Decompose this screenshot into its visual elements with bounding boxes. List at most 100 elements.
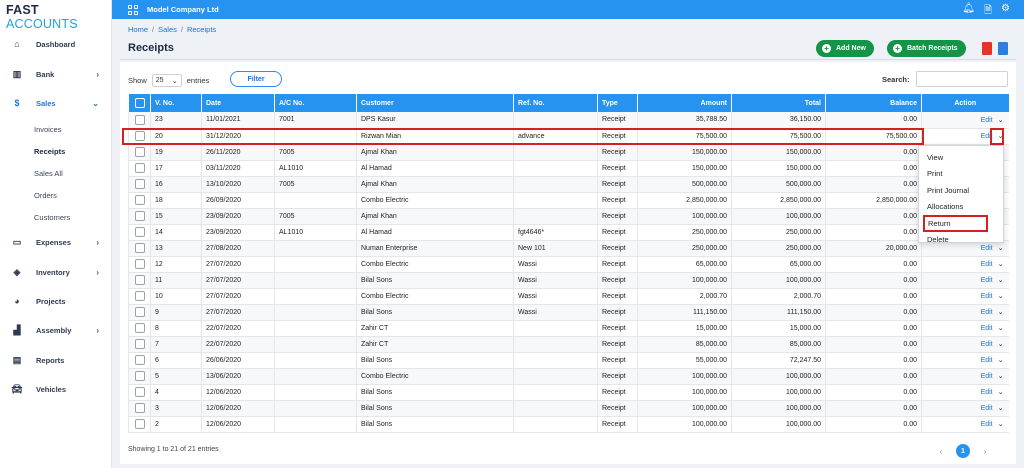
sidebar-item-assembly[interactable]: ▟ Assembly › — [0, 321, 112, 339]
table-row[interactable]: 15 23/09/2020 7005 Ajmal Khan Receipt 100,000… — [128, 208, 1009, 225]
table-row[interactable]: 3 12/06/2020 Bilal Sons Receipt 100,000.00 10… — [128, 400, 1009, 417]
menu-item-allocations[interactable]: Allocations — [919, 199, 1003, 216]
table-row[interactable]: 5 13/06/2020 Combo Electric Receipt 100,000.… — [128, 368, 1009, 385]
row-checkbox[interactable] — [134, 211, 145, 221]
sidebar-item-vehicles[interactable]: 🚘︎ Vehicles — [0, 380, 112, 398]
col-header[interactable]: V. No. — [150, 94, 202, 112]
excel-export-icon[interactable] — [998, 42, 1008, 55]
table-row[interactable]: 14 23/09/2020 AL1010 Al Hamad fgt4646* Receip… — [128, 224, 1009, 241]
sidebar-subitem-invoices[interactable]: Invoices — [34, 125, 62, 134]
edit-link[interactable]: Edit — [981, 133, 993, 140]
chevron-down-icon[interactable]: ⌄ — [998, 260, 1004, 268]
row-checkbox[interactable] — [134, 114, 145, 125]
row-checkbox[interactable] — [134, 163, 145, 173]
breadcrumb-home[interactable]: Home — [128, 25, 148, 34]
search-input[interactable] — [916, 71, 1008, 87]
apps-grid-icon[interactable] — [128, 4, 138, 15]
chevron-down-icon[interactable]: ⌄ — [998, 116, 1004, 124]
row-checkbox[interactable] — [134, 419, 145, 429]
breadcrumb-sales[interactable]: Sales — [158, 25, 177, 34]
sidebar-item-sales[interactable]: $ Sales ⌄ — [0, 94, 112, 112]
table-row[interactable]: 16 13/10/2020 7005 Ajmal Khan Receipt 500,000… — [128, 176, 1009, 193]
row-checkbox[interactable] — [134, 291, 145, 301]
menu-item-print-journal[interactable]: Print Journal — [919, 182, 1003, 199]
edit-link[interactable]: Edit — [981, 373, 993, 380]
table-row[interactable]: 4 12/06/2020 Bilal Sons Receipt 100,000.00 10… — [128, 384, 1009, 401]
row-checkbox[interactable] — [134, 307, 145, 317]
row-checkbox[interactable] — [134, 147, 145, 157]
table-row[interactable]: 19 26/11/2020 7005 Ajmal Khan Receipt 150,000… — [128, 144, 1009, 161]
edit-link[interactable]: Edit — [981, 309, 993, 316]
col-header[interactable]: Total — [731, 94, 826, 112]
edit-link[interactable]: Edit — [981, 357, 993, 364]
edit-link[interactable]: Edit — [981, 389, 993, 396]
col-header[interactable]: Type — [597, 94, 638, 112]
chevron-down-icon[interactable]: ⌄ — [998, 276, 1004, 284]
sidebar-item-projects[interactable]: ◕ Projects — [0, 292, 112, 310]
edit-link[interactable]: Edit — [981, 421, 993, 428]
col-header[interactable]: Balance — [825, 94, 922, 112]
sidebar-subitem-customers[interactable]: Customers — [34, 213, 70, 222]
chevron-down-icon[interactable]: ⌄ — [998, 324, 1004, 332]
menu-item-return[interactable]: Return — [923, 215, 988, 232]
table-row[interactable]: 7 22/07/2020 Zahir CT Receipt 85,000.00 85,00… — [128, 336, 1009, 353]
col-header[interactable]: Amount — [637, 94, 732, 112]
col-header[interactable]: Ref. No. — [513, 94, 598, 112]
prev-page-button[interactable]: ‹ — [934, 444, 948, 458]
chevron-down-icon[interactable]: ⌄ — [998, 372, 1004, 380]
breadcrumb-receipts[interactable]: Receipts — [187, 25, 216, 34]
table-row[interactable]: 6 26/06/2020 Bilal Sons Receipt 55,000.00 72,… — [128, 352, 1009, 369]
row-checkbox[interactable] — [134, 227, 145, 237]
next-page-button[interactable]: › — [978, 444, 992, 458]
chevron-down-icon[interactable]: ⌄ — [998, 388, 1004, 396]
table-row[interactable]: 9 27/07/2020 Bilal Sons Wassi Receipt 111,150… — [128, 304, 1009, 321]
row-checkbox[interactable] — [134, 323, 145, 333]
menu-item-print[interactable]: Print — [919, 166, 1003, 183]
table-row[interactable]: 12 27/07/2020 Combo Electric Wassi Receipt 65… — [128, 256, 1009, 273]
table-row[interactable]: 18 26/09/2020 Combo Electric Receipt 2,850,0… — [128, 192, 1009, 209]
col-header[interactable]: A/C No. — [274, 94, 357, 112]
sidebar-subitem-orders[interactable]: Orders — [34, 191, 57, 200]
entries-select[interactable]: 25 ⌄ — [151, 74, 182, 87]
col-header[interactable]: Customer — [356, 94, 514, 112]
sidebar-item-bank[interactable]: ▥ Bank › — [0, 65, 112, 83]
table-row[interactable]: 2 12/06/2020 Bilal Sons Receipt 100,000.00 10… — [128, 416, 1009, 433]
chevron-down-icon[interactable]: ⌄ — [998, 340, 1004, 348]
table-row[interactable]: 13 27/08/2020 Numan Enterprise New 101 Recei… — [128, 240, 1009, 257]
row-checkbox[interactable] — [134, 275, 145, 285]
edit-link[interactable]: Edit — [981, 325, 993, 332]
chevron-down-icon[interactable]: ⌄ — [998, 292, 1004, 300]
add-new-button[interactable]: + Add New — [816, 40, 874, 57]
row-checkbox[interactable] — [134, 387, 145, 397]
row-checkbox[interactable] — [134, 371, 145, 381]
row-checkbox[interactable] — [134, 259, 145, 269]
sidebar-item-reports[interactable]: ▤ Reports — [0, 351, 112, 369]
row-checkbox[interactable] — [134, 403, 145, 413]
sidebar-subitem-receipts[interactable]: Receipts — [34, 147, 65, 156]
bell-icon[interactable]: 🔔︎ — [962, 3, 975, 20]
sidebar-item-expenses[interactable]: ▭ Expenses › — [0, 233, 112, 251]
row-checkbox[interactable] — [134, 179, 145, 189]
menu-item-delete[interactable]: Delete — [919, 232, 1003, 249]
table-row[interactable]: 10 27/07/2020 Combo Electric Wassi Receipt 2,… — [128, 288, 1009, 305]
pdf-export-icon[interactable] — [982, 42, 992, 55]
col-header[interactable]: Date — [201, 94, 275, 112]
edit-link[interactable]: Edit — [981, 261, 993, 268]
document-icon[interactable]: 🗎 — [984, 3, 992, 20]
company-name[interactable]: Model Company Ltd — [147, 5, 219, 14]
table-row[interactable]: 23 11/01/2021 7001 DPS Kasur Receipt 35,788.5… — [128, 112, 1009, 129]
table-row[interactable]: 20 31/12/2020 Rizwan Mian advance Receipt 75,… — [128, 128, 1009, 145]
sidebar-subitem-sales-all[interactable]: Sales All — [34, 169, 63, 178]
chevron-down-icon[interactable]: ⌄ — [998, 404, 1004, 412]
batch-receipts-button[interactable]: + Batch Receipts — [887, 40, 966, 57]
table-row[interactable]: 11 27/07/2020 Bilal Sons Wassi Receipt 100,00… — [128, 272, 1009, 289]
table-row[interactable]: 8 22/07/2020 Zahir CT Receipt 15,000.00 15,00… — [128, 320, 1009, 337]
edit-link[interactable]: Edit — [981, 341, 993, 348]
row-checkbox[interactable] — [134, 131, 145, 141]
edit-link[interactable]: Edit — [981, 277, 993, 284]
app-logo[interactable]: FAST ACCOUNTS — [0, 0, 111, 31]
table-row[interactable]: 17 03/11/2020 AL1010 Al Hamad Receipt 150,000… — [128, 160, 1009, 177]
chevron-down-icon[interactable]: ⌄ — [998, 420, 1004, 428]
chevron-down-icon[interactable]: ⌄ — [998, 308, 1004, 316]
row-checkbox[interactable] — [134, 195, 145, 205]
